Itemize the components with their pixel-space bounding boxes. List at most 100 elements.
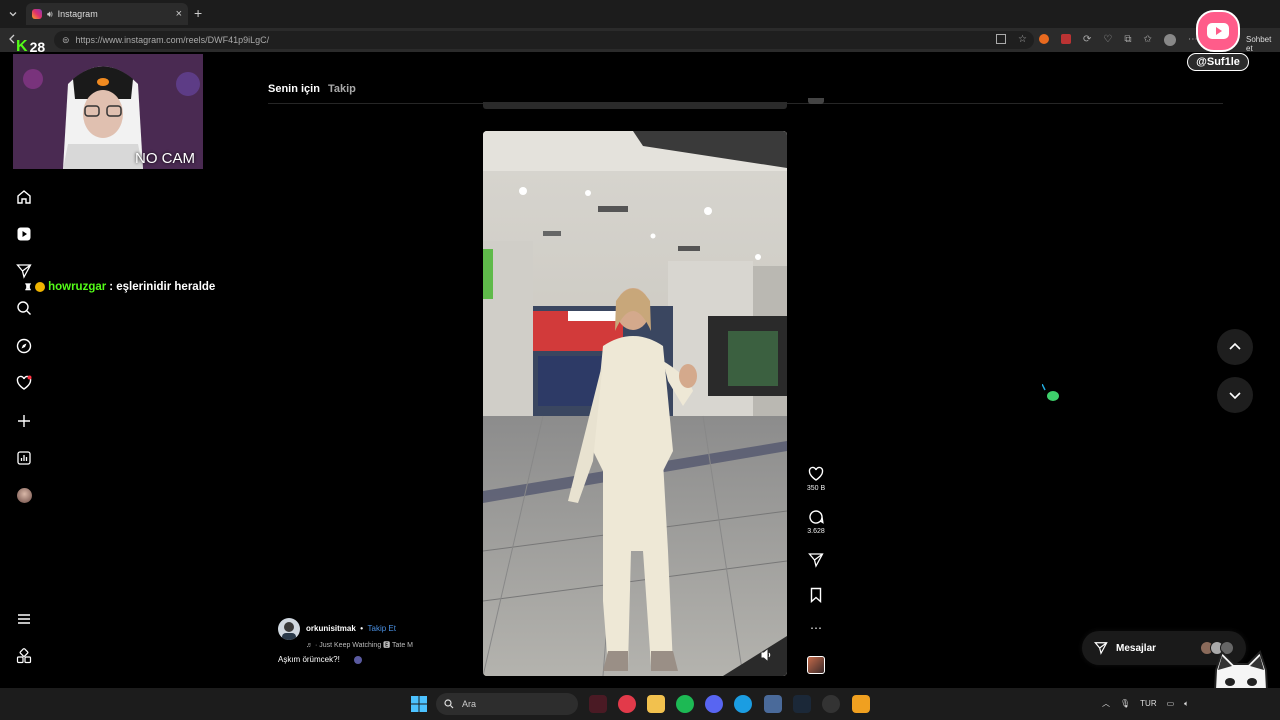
windows-taskbar bbox=[0, 688, 1280, 720]
chat-badge-icon: ♜ bbox=[24, 281, 33, 292]
microphone-icon[interactable]: 🎙︎ bbox=[1120, 699, 1130, 708]
chat-message: ♜ howruzgar : eşlerinidir heralde bbox=[24, 281, 215, 293]
author-avatar[interactable] bbox=[278, 618, 300, 640]
audio-thumbnail[interactable] bbox=[807, 656, 825, 674]
save-button[interactable] bbox=[804, 587, 828, 603]
spotify-icon[interactable] bbox=[676, 695, 694, 713]
obs-icon[interactable] bbox=[822, 695, 840, 713]
language-indicator[interactable]: TUR bbox=[1140, 699, 1156, 708]
comment-button[interactable]: 3.628 bbox=[804, 509, 828, 535]
windows-start-icon[interactable] bbox=[411, 696, 427, 712]
create-plus-icon[interactable] bbox=[14, 411, 34, 431]
network-icon[interactable]: ▭ bbox=[1167, 699, 1175, 708]
search-icon[interactable] bbox=[14, 298, 34, 318]
url-text: https://www.instagram.com/reels/DWF41p9i… bbox=[75, 35, 270, 45]
chat-text: : eşlerinidir heralde bbox=[109, 281, 216, 293]
extension-orange-icon[interactable] bbox=[1038, 34, 1049, 44]
discord-icon[interactable] bbox=[705, 695, 723, 713]
dashboard-icon[interactable] bbox=[14, 448, 34, 468]
kick-logo-icon: K bbox=[16, 38, 28, 55]
bookmark-icon bbox=[810, 587, 822, 603]
author-username[interactable]: orkunisitmak bbox=[306, 624, 356, 633]
favorites-icon[interactable]: ✩ bbox=[1143, 34, 1151, 46]
speaker-icon[interactable]: 🔊︎ bbox=[47, 9, 53, 20]
kick-viewer-count: 28 bbox=[29, 39, 46, 55]
direct-send-icon[interactable] bbox=[14, 261, 34, 281]
tab-title: Instagram bbox=[57, 9, 98, 19]
previous-reel-button[interactable] bbox=[1217, 329, 1253, 365]
profile-avatar-icon[interactable] bbox=[1163, 34, 1176, 46]
extensions-puzzle-icon[interactable]: ⟳ bbox=[1083, 34, 1091, 46]
reel-caption: Aşkım örümcek?! bbox=[278, 655, 340, 664]
next-reel-button[interactable] bbox=[1217, 377, 1253, 413]
steam-icon[interactable] bbox=[793, 695, 811, 713]
tray-chevron-up-icon[interactable]: ︿ bbox=[1102, 698, 1110, 709]
chevron-down-icon bbox=[1229, 392, 1241, 400]
site-info-icon[interactable]: ⊜ bbox=[62, 35, 70, 46]
extension-red-icon[interactable] bbox=[1060, 34, 1071, 44]
tab-close-icon[interactable]: × bbox=[176, 8, 182, 20]
feed-tabs: Senin için Takip bbox=[268, 83, 356, 95]
taskbar-search-icon bbox=[444, 699, 454, 709]
like-count: 350 B bbox=[806, 485, 826, 492]
follow-button[interactable]: Takip Et bbox=[368, 624, 396, 633]
youtube-handle: @Suf1le bbox=[1187, 53, 1249, 71]
collections-icon[interactable]: ⧉ bbox=[1124, 34, 1131, 46]
profile-avatar[interactable] bbox=[14, 485, 34, 505]
volume-icon[interactable]: 🔈︎ bbox=[1184, 699, 1189, 709]
chevron-up-icon bbox=[1229, 342, 1241, 350]
tab-following[interactable]: Takip bbox=[328, 83, 356, 95]
yellow-app-icon[interactable] bbox=[852, 695, 870, 713]
browser-tab-instagram[interactable]: 🔊︎ Instagram × bbox=[26, 3, 188, 25]
chat-username: howruzgar bbox=[48, 281, 107, 293]
edge-icon[interactable] bbox=[734, 695, 752, 713]
tab-list-chevron-icon[interactable] bbox=[7, 8, 19, 20]
valorant-icon[interactable] bbox=[589, 695, 607, 713]
favorite-star-icon[interactable]: ☆ bbox=[1018, 34, 1027, 46]
comment-bubble-icon bbox=[809, 510, 824, 524]
reels-icon[interactable] bbox=[14, 224, 34, 244]
toolbar-extensions: ☆ ⟳ ♡ ⧉ ✩ ⋯ bbox=[996, 34, 1198, 46]
also-from-meta-icon[interactable] bbox=[14, 646, 34, 666]
previous-reel-thumb bbox=[808, 98, 824, 104]
explore-compass-icon[interactable] bbox=[14, 336, 34, 356]
cursor-icon bbox=[1042, 384, 1062, 402]
system-tray: ︿ 🎙︎ TUR ▭ 🔈︎ bbox=[1102, 698, 1189, 709]
messages-send-icon bbox=[1094, 642, 1108, 655]
home-icon[interactable] bbox=[14, 187, 34, 207]
share-send-icon bbox=[808, 553, 824, 568]
taskbar-search[interactable]: Ara bbox=[436, 693, 578, 715]
reel-video[interactable] bbox=[483, 131, 787, 676]
like-button[interactable]: 350 B bbox=[804, 466, 828, 492]
taskbar-search-placeholder: Ara bbox=[462, 699, 477, 709]
reel-author: orkunisitmak • Takip Et ♬ · Just Keep Wa… bbox=[278, 618, 413, 650]
like-heart-icon bbox=[808, 466, 824, 481]
browser-essentials-icon[interactable]: ♡ bbox=[1103, 34, 1112, 46]
reel-video-frame bbox=[483, 131, 787, 676]
tab-for-you[interactable]: Senin için bbox=[268, 83, 320, 95]
youtube-logo-icon bbox=[1196, 10, 1240, 52]
previous-reel-edge[interactable] bbox=[483, 102, 787, 109]
nocam-label: NO CAM bbox=[135, 150, 195, 167]
red-app-icon[interactable] bbox=[618, 695, 636, 713]
chat-warning-icon bbox=[35, 282, 46, 292]
music-info[interactable]: ♬ · Just Keep Watching 🅴 Tate M bbox=[306, 640, 413, 650]
author-separator: • bbox=[360, 624, 364, 633]
instagram-favicon-icon bbox=[32, 9, 42, 19]
more-options-icon[interactable]: ⋯ bbox=[804, 621, 828, 635]
reading-view-icon[interactable] bbox=[996, 34, 1006, 44]
kick-viewer-badge: K 28 bbox=[16, 38, 45, 56]
notifications-heart-icon[interactable] bbox=[14, 373, 34, 393]
mute-speaker-icon[interactable] bbox=[761, 649, 773, 661]
more-hamburger-icon[interactable] bbox=[14, 609, 34, 629]
browser-tab-bar: 🔊︎ Instagram × + bbox=[0, 0, 1280, 28]
toolbar-cut-text[interactable]: Sohbet et bbox=[1246, 35, 1280, 53]
url-bar[interactable]: ⊜ https://www.instagram.com/reels/DWF41p… bbox=[54, 31, 1034, 49]
new-tab-icon[interactable]: + bbox=[194, 5, 202, 21]
file-explorer-icon[interactable] bbox=[647, 695, 665, 713]
share-button[interactable] bbox=[804, 552, 828, 568]
comment-count: 3.628 bbox=[807, 528, 825, 535]
settings-gear-icon[interactable] bbox=[764, 695, 782, 713]
caption-emoji-icon bbox=[354, 656, 362, 664]
messages-label: Mesajlar bbox=[1116, 642, 1157, 654]
